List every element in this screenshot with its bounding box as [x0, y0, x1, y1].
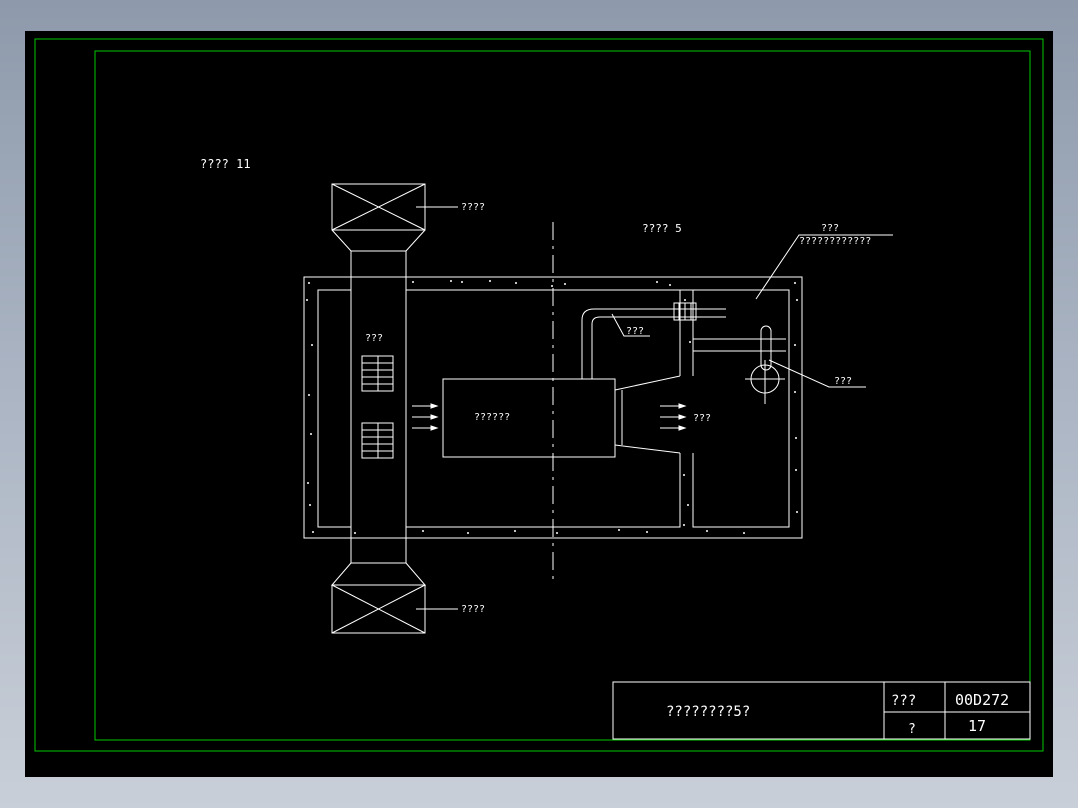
title-block-field2-label: ?	[908, 722, 916, 737]
label-valve: ???	[834, 376, 852, 387]
label-top-left: ???? 11	[200, 157, 251, 171]
title-block-field2-value: 17	[968, 717, 986, 735]
title-block-title: ????????5?	[666, 704, 750, 720]
label-top-center: ???? 5	[642, 222, 682, 235]
label-bottom-fan: ????	[461, 604, 485, 615]
label-duct: ???	[365, 333, 383, 344]
label-top-right-1: ???	[821, 223, 839, 234]
drawing-canvas	[25, 31, 1053, 777]
label-equipment: ??????	[474, 412, 510, 423]
label-top-fan: ????	[461, 202, 485, 213]
title-block-field1-value: 00D272	[955, 691, 1009, 709]
cad-drawing: ???? 11 ???? 5 ???? ???? ??? ?????? ??? …	[25, 31, 1053, 777]
label-top-right-2: ????????????	[799, 236, 871, 247]
label-flow: ???	[693, 413, 711, 424]
title-block-field1-label: ???	[891, 693, 916, 709]
label-pipe: ???	[626, 326, 644, 337]
